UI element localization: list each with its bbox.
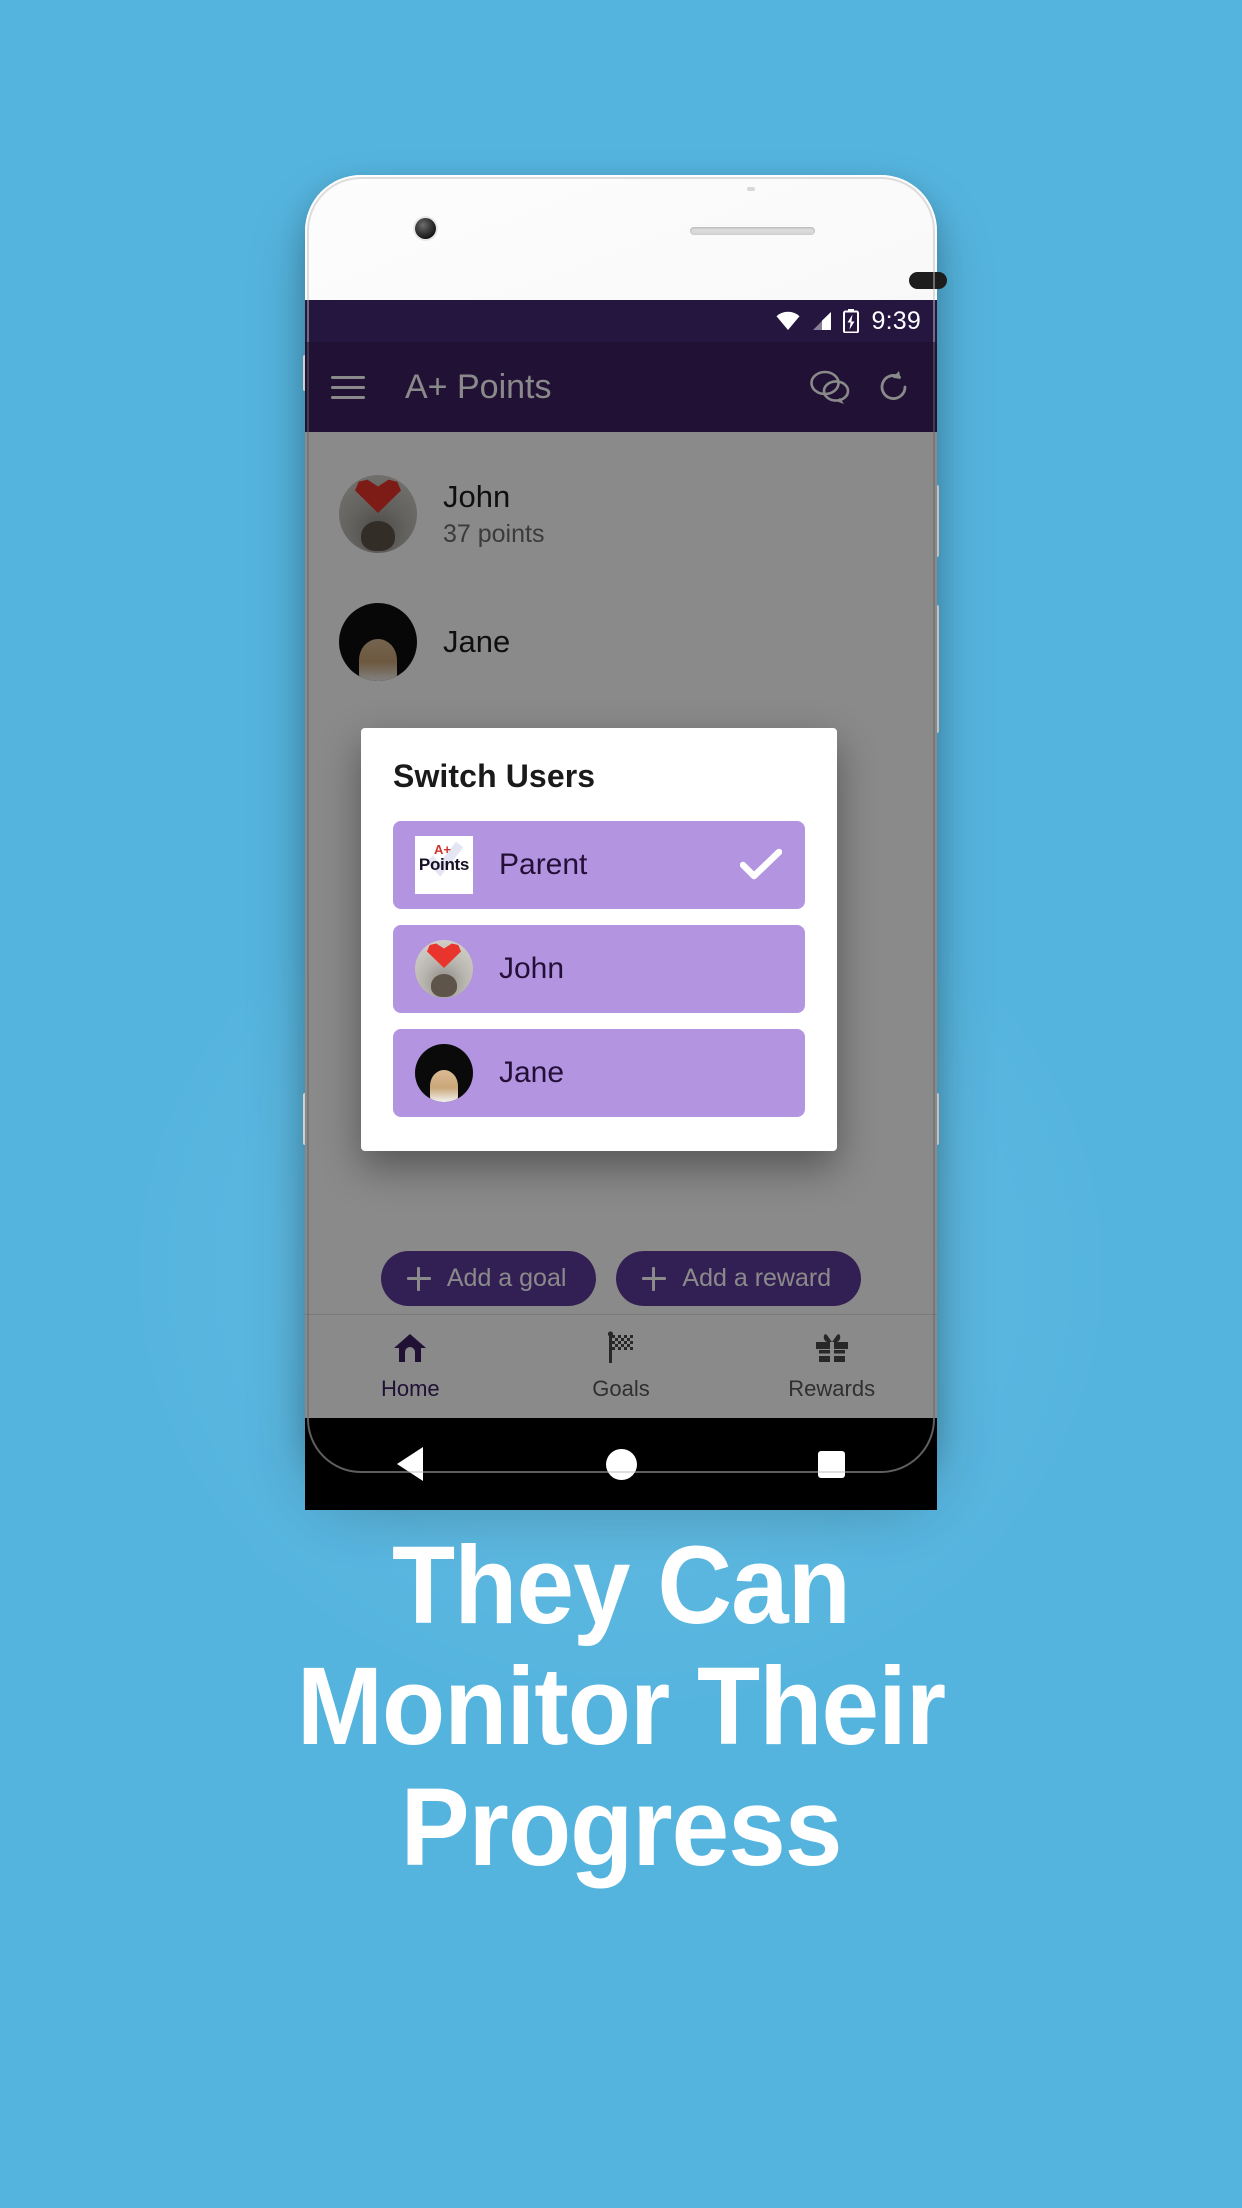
square-recents-icon <box>818 1450 846 1478</box>
headline-line-2: Monitor Their <box>296 1645 946 1768</box>
switch-users-dialog: Switch Users A+ Points Parent John Jane <box>361 728 837 1151</box>
switch-user-label: Jane <box>499 1056 565 1089</box>
wifi-icon <box>775 311 801 331</box>
john-avatar <box>415 940 473 998</box>
cellular-signal-icon <box>811 311 833 331</box>
promo-headline: They Can Monitor Their Progress <box>37 1525 1204 1888</box>
switch-user-row-john[interactable]: John <box>393 925 805 1013</box>
earpiece-speaker <box>690 227 815 235</box>
android-system-nav <box>305 1418 937 1510</box>
jane-avatar <box>415 1044 473 1102</box>
proximity-sensor <box>909 272 947 289</box>
battery-charging-icon <box>842 309 859 333</box>
switch-user-label: John <box>499 952 565 985</box>
circle-home-icon <box>605 1448 637 1480</box>
top-speaker-dot <box>747 187 755 191</box>
recents-button[interactable] <box>726 1450 937 1478</box>
logo-word-text: Points <box>418 855 470 874</box>
switch-user-row-jane[interactable]: Jane <box>393 1029 805 1117</box>
switch-user-label: Parent <box>499 848 588 881</box>
front-camera-icon <box>415 218 436 239</box>
switch-user-row-parent[interactable]: A+ Points Parent <box>393 821 805 909</box>
check-icon <box>739 843 783 887</box>
headline-line-3: Progress <box>400 1766 843 1889</box>
phone-screen: 9:39 A+ Points John 37 points Jane Add a… <box>305 300 937 1510</box>
back-button[interactable] <box>305 1447 516 1481</box>
home-button[interactable] <box>516 1448 727 1480</box>
phone-device-frame: 9:39 A+ Points John 37 points Jane Add a… <box>303 175 947 1510</box>
triangle-back-icon <box>397 1447 424 1481</box>
dialog-title: Switch Users <box>393 758 596 794</box>
headline-line-1: They Can <box>392 1524 851 1647</box>
app-logo-tile: A+ Points <box>415 836 473 894</box>
status-bar: 9:39 <box>305 300 937 342</box>
status-bar-clock: 9:39 <box>871 306 921 335</box>
